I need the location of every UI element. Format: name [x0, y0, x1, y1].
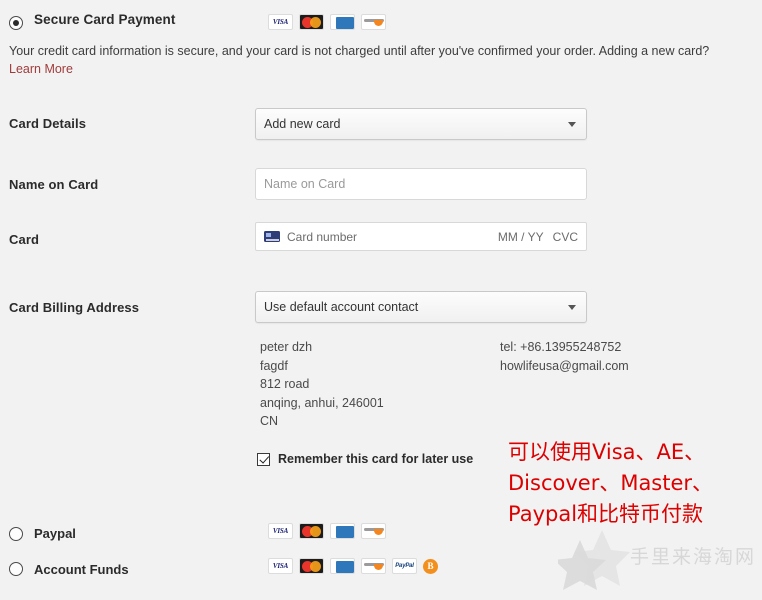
paypal-icon: PayPal: [392, 558, 417, 574]
watermark-text: 手里来海淘网: [630, 546, 757, 568]
amex-icon: [330, 558, 355, 574]
card-details-select[interactable]: Add new card: [255, 108, 587, 140]
card-number-input[interactable]: Card number MM / YY CVC: [255, 222, 587, 251]
card-billing-address-select[interactable]: Use default account contact: [255, 291, 587, 323]
chevron-down-icon: [568, 122, 576, 127]
card-label: Card: [9, 232, 40, 247]
radio-secure-card-payment[interactable]: [9, 16, 23, 30]
card-cvc-placeholder: CVC: [552, 229, 578, 244]
visa-icon: VISA: [268, 558, 293, 574]
secure-card-payment-title: Secure Card Payment: [34, 12, 176, 27]
billing-contact-details: tel: +86.13955248752 howlifeusa@gmail.co…: [500, 340, 629, 373]
mastercard-icon: [299, 14, 324, 30]
brand-icons-account-funds: VISA PayPal B: [268, 558, 438, 574]
learn-more-link[interactable]: Learn More: [9, 62, 73, 76]
card-number-field[interactable]: Card number MM / YY CVC: [255, 222, 587, 251]
card-billing-address-label: Card Billing Address: [9, 300, 140, 315]
secure-payment-description: Your credit card information is secure, …: [9, 44, 710, 58]
radio-paypal[interactable]: [9, 527, 23, 541]
discover-icon: [361, 523, 386, 539]
card-billing-address-value: Use default account contact: [264, 300, 419, 314]
site-watermark: 手里来海淘网: [554, 528, 758, 594]
star-logo-icon: [554, 530, 630, 590]
bitcoin-icon: B: [423, 558, 438, 574]
name-on-card-label: Name on Card: [9, 177, 99, 192]
amex-icon: [330, 14, 355, 30]
card-details-select-box[interactable]: Add new card: [255, 108, 587, 140]
account-funds-option-label: Account Funds: [34, 562, 129, 577]
radio-account-funds[interactable]: [9, 562, 23, 576]
name-on-card-input[interactable]: Name on Card: [255, 168, 587, 200]
discover-icon: [361, 14, 386, 30]
remember-card-row[interactable]: Remember this card for later use: [257, 452, 473, 466]
chinese-annotation-text: 可以使用Visa、AE、Discover、Master、Paypal和比特币付款: [508, 440, 714, 526]
paypal-option-label: Paypal: [34, 526, 76, 541]
brand-icons-paypal: VISA: [268, 523, 386, 539]
card-number-placeholder: Card number: [287, 229, 358, 244]
billing-address-details: peter dzh fagdf 812 road anqing, anhui, …: [260, 340, 384, 428]
visa-icon: VISA: [268, 14, 293, 30]
name-on-card-field[interactable]: Name on Card: [255, 168, 587, 200]
card-details-label: Card Details: [9, 116, 87, 131]
remember-card-checkbox[interactable]: [257, 452, 270, 466]
chevron-down-icon: [568, 305, 576, 310]
discover-icon: [361, 558, 386, 574]
remember-card-label: Remember this card for later use: [278, 452, 474, 466]
card-details-value: Add new card: [264, 117, 341, 131]
brand-icons-secure-card: VISA: [268, 14, 386, 30]
credit-card-icon: [264, 231, 280, 242]
card-expiry-placeholder: MM / YY: [497, 229, 544, 244]
amex-icon: [330, 523, 355, 539]
card-billing-address-select-box[interactable]: Use default account contact: [255, 291, 587, 323]
mastercard-icon: [299, 523, 324, 539]
mastercard-icon: [299, 558, 324, 574]
visa-icon: VISA: [268, 523, 293, 539]
